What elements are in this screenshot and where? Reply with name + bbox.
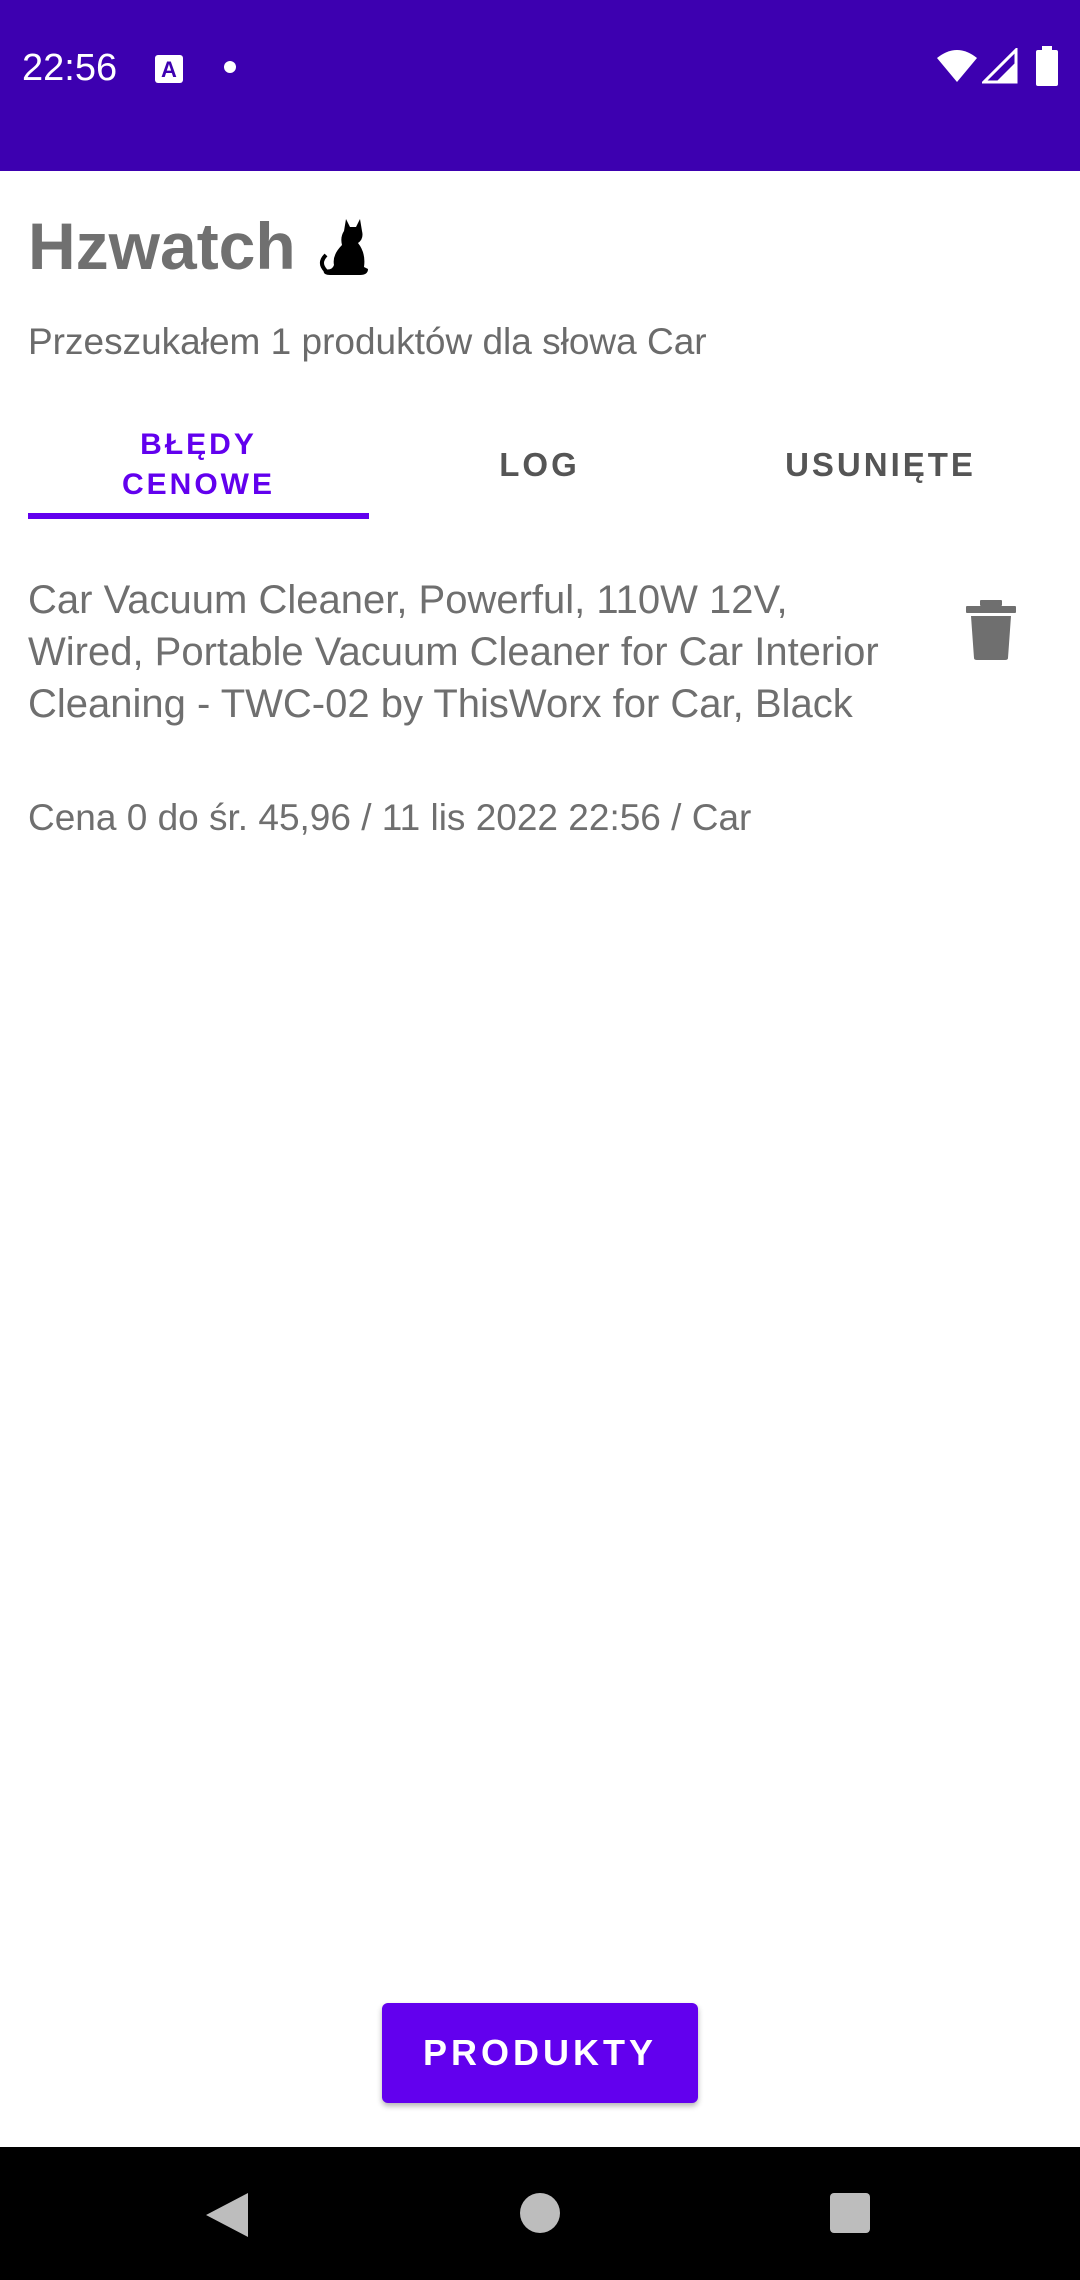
tab-label: LOG: [499, 446, 580, 483]
product-meta: Cena 0 do śr. 45,96 / 11 lis 2022 22:56 …: [28, 797, 752, 838]
trash-icon[interactable]: [964, 600, 1018, 660]
signal-icon: [982, 48, 1018, 84]
tab-price-errors[interactable]: BŁĘDY CENOWE: [28, 410, 369, 520]
products-button[interactable]: PRODUKTY: [382, 2003, 698, 2103]
search-summary: Przeszukałem 1 produktów dla słowa Car: [28, 321, 707, 362]
text-a-icon: A: [155, 55, 183, 83]
svg-text:A: A: [161, 57, 177, 82]
app-header: Hzwatch: [28, 206, 370, 286]
tab-bar: BŁĘDY CENOWE LOG USUNIĘTE: [28, 410, 1052, 520]
home-icon[interactable]: [520, 2193, 560, 2233]
tab-indicator: [28, 513, 369, 519]
back-icon[interactable]: [204, 2191, 250, 2239]
status-bar: 22:56 A: [0, 0, 1080, 171]
tab-label: BŁĘDY CENOWE: [122, 428, 275, 501]
app-title: Hzwatch: [28, 209, 296, 283]
tab-log[interactable]: LOG: [369, 410, 710, 520]
status-time: 22:56: [22, 47, 118, 89]
notification-dot-icon: [224, 61, 236, 73]
battery-icon: [1036, 46, 1058, 86]
navigation-bar: [0, 2147, 1080, 2280]
wifi-icon: [937, 50, 977, 82]
cat-icon: [319, 219, 368, 275]
tab-removed[interactable]: USUNIĘTE: [710, 410, 1051, 520]
recent-apps-icon[interactable]: [830, 2193, 870, 2233]
tab-label: USUNIĘTE: [785, 446, 976, 483]
product-title: Car Vacuum Cleaner, Powerful, 110W 12V, …: [28, 578, 879, 726]
